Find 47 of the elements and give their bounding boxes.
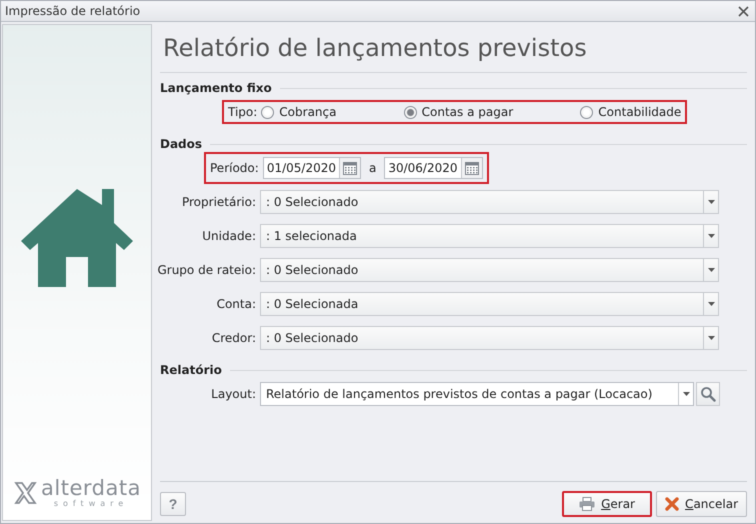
caret-icon — [708, 234, 714, 238]
radio-button[interactable] — [580, 106, 594, 118]
field-label: Grupo de rateio: — [157, 263, 256, 277]
section-title: Relatório — [160, 363, 222, 377]
radio-option[interactable]: Contas a pagar — [404, 105, 514, 119]
caret-icon — [708, 200, 714, 204]
radio-option[interactable]: Contabilidade — [580, 105, 682, 119]
cancel-icon — [665, 497, 680, 511]
close-icon[interactable] — [738, 6, 749, 16]
caret-icon — [708, 302, 714, 306]
field-label: Período: — [210, 161, 259, 175]
calendar-icon — [342, 161, 357, 175]
field-label: Unidade: — [202, 229, 256, 243]
caret-icon — [708, 268, 714, 272]
logo-name: alterdata — [41, 477, 141, 499]
search-button[interactable] — [696, 382, 720, 406]
search-icon — [700, 386, 716, 402]
report-heading: Relatório de lançamentos previstos — [160, 30, 747, 73]
generate-button[interactable]: Gerar — [562, 491, 652, 517]
date-field[interactable]: 30/06/2020 — [384, 157, 483, 179]
section-title: Lançamento fixo — [160, 81, 272, 95]
field-label: Proprietário: — [182, 195, 256, 209]
printer-icon — [579, 497, 596, 511]
layout-dropdown[interactable]: Relatório de lançamentos previstos de contas a pagar (Locacao) — [260, 382, 694, 406]
caret-icon — [682, 392, 690, 396]
logo-tagline: software — [54, 499, 128, 508]
dropdown[interactable]: : 0 Selecionada — [260, 292, 719, 316]
cancel-button[interactable]: Cancelar — [656, 491, 747, 517]
radio-option[interactable]: Cobrança — [261, 105, 336, 119]
window-title: Impressão de relatório — [5, 4, 140, 18]
dropdown[interactable]: : 0 Selecionado — [260, 190, 719, 214]
radio-button[interactable] — [261, 106, 274, 118]
dropdown[interactable]: : 0 Selecionado — [260, 326, 719, 350]
range-separator: a — [368, 161, 378, 175]
field-label: Credor: — [212, 331, 256, 345]
dropdown[interactable]: : 1 selecionada — [260, 224, 719, 248]
field-label: Conta: — [216, 297, 256, 311]
logo-icon — [13, 480, 38, 506]
dropdown[interactable]: : 0 Selecionado — [260, 258, 719, 282]
help-button[interactable]: ? — [160, 492, 186, 516]
date-field[interactable]: 01/05/2020 — [262, 157, 361, 179]
section-title: Dados — [160, 137, 202, 151]
calendar-icon — [464, 161, 479, 175]
radio-button[interactable] — [404, 106, 417, 118]
caret-icon — [708, 336, 714, 340]
field-label: Layout: — [211, 387, 256, 401]
field-label: Tipo: — [228, 105, 258, 119]
